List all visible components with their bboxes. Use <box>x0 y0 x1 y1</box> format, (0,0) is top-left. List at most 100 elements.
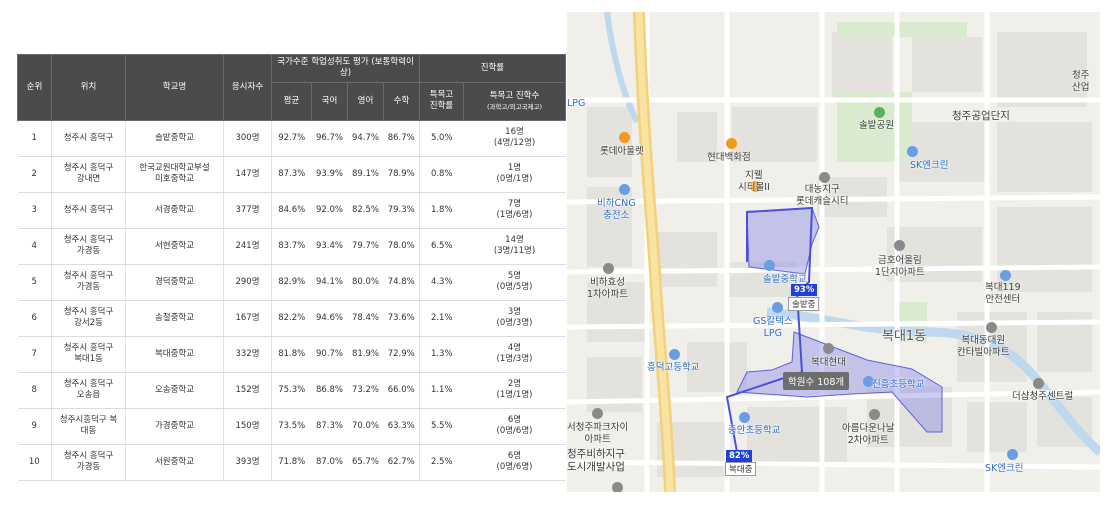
map-label-daenong-lotte: 대농지구 롯데캐슬시티 <box>796 184 849 207</box>
header-location: 위치 <box>51 54 126 121</box>
cell-korean-line: 90.7% <box>315 348 343 359</box>
cell-rank-line: 6 <box>31 312 37 323</box>
cell-school: 솔밭중학교 <box>125 120 224 157</box>
map-label-solbat-park: 솔밭공원 <box>859 120 894 131</box>
bokdae-school-tag[interactable]: 복대중 <box>725 462 757 476</box>
cell-location-line: 청주시 흥덕구 <box>63 204 114 215</box>
map-label-bokdae-hyundai: 복대현대 <box>811 357 846 368</box>
cell-korean: 93.9% <box>311 156 348 193</box>
cell-location: 청주시 흥덕구 <box>51 192 126 229</box>
table-row: 3 청주시 흥덕구 서경중학교 377명 84.6% 92.0% 82.5% 79.3% 1.8… <box>17 192 566 229</box>
cell-math-line: 79.3% <box>387 204 415 215</box>
cell-rank: 7 <box>17 336 52 373</box>
cell-location-line: 강서2동 <box>74 318 103 329</box>
header-special-rate: 특목고 진학률 <box>419 81 464 121</box>
cell-english: 80.0% <box>347 264 384 301</box>
header-advance-group: 진학률 <box>419 54 566 83</box>
cell-school: 오송중학교 <box>125 372 224 409</box>
map-label-bokdae1dong: 복대1동 <box>882 329 927 344</box>
cell-location-line: 대동 <box>80 426 97 437</box>
map-label-sk-enclean-2: SK엔크린 <box>985 463 1024 474</box>
cell-math: 79.3% <box>383 192 420 229</box>
cell-school: 서경중학교 <box>125 192 224 229</box>
map-base <box>567 12 1100 492</box>
cell-examinees-line: 152명 <box>235 384 260 395</box>
cell-korean: 92.0% <box>311 192 348 229</box>
bokdae-score-badge[interactable]: 82% <box>726 450 753 462</box>
cell-math-line: 62.7% <box>387 456 415 467</box>
map-view[interactable]: LPG 청주 산업 솔밭공원 청주공업단지 롯데아울렛 현대백화점 SK엔크린 … <box>567 12 1100 492</box>
cell-special-count-line: (1명/3명) <box>496 354 533 365</box>
cell-special-count: 3명 (0명/3명) <box>463 300 566 337</box>
cell-english: 89.1% <box>347 156 384 193</box>
header-korean: 국어 <box>311 81 348 121</box>
cell-special-count-line: 14명 <box>505 234 524 245</box>
apartment-icon <box>592 408 603 419</box>
cell-english-line: 89.1% <box>351 168 379 179</box>
cell-rank-line: 8 <box>31 384 37 395</box>
cell-rank: 10 <box>17 444 52 481</box>
solbat-school-tag[interactable]: 솔밭중 <box>788 297 820 311</box>
cell-math: 86.7% <box>383 120 420 157</box>
cell-examinees: 377명 <box>223 192 272 229</box>
cell-math-line: 66.0% <box>387 384 415 395</box>
cell-korean: 94.6% <box>311 300 348 337</box>
cell-school: 송절중학교 <box>125 300 224 337</box>
cell-english-line: 73.2% <box>351 384 379 395</box>
header-special-count-line1: 특목고 진학수 <box>489 91 540 102</box>
cell-location: 청주시 흥덕구 가경동 <box>51 444 126 481</box>
map-label-industrial-complex: 청주 산업 <box>1072 70 1090 93</box>
header-special-rate-line2: 진학률 <box>429 101 454 112</box>
cell-examinees-line: 377명 <box>235 204 260 215</box>
map-label-cheongju-biha: 청주비하지구 도시개발사업 <box>567 448 625 474</box>
cell-english: 94.7% <box>347 120 384 157</box>
cell-rank-line: 9 <box>31 420 37 431</box>
cell-special-count-line: (0명/1명) <box>496 174 533 185</box>
solbat-score-badge[interactable]: 93% <box>791 284 818 296</box>
cell-rank: 9 <box>17 408 52 445</box>
cell-examinees-line: 393명 <box>235 456 260 467</box>
cell-school-line: 서경중학교 <box>154 204 195 215</box>
cell-math: 72.9% <box>383 336 420 373</box>
academy-count-tag[interactable]: 학원수 108개 <box>783 372 850 390</box>
cell-average-line: 82.2% <box>278 312 306 323</box>
cell-special-rate: 4.3% <box>419 264 464 301</box>
cell-special-count: 5명 (0명/5명) <box>463 264 566 301</box>
cell-special-rate: 5.5% <box>419 408 464 445</box>
cell-special-count-line: 7명 <box>507 198 522 209</box>
cell-korean-line: 94.1% <box>315 276 343 287</box>
map-label-sk-enclean-1: SK엔크린 <box>910 160 949 171</box>
cell-average-line: 75.3% <box>278 384 306 395</box>
map-label-bokdae119: 복대119 안전센터 <box>985 282 1021 305</box>
cell-location-line: 청주시 흥덕구 <box>63 450 114 461</box>
cell-location-line: 청주시 흥덕구 <box>63 342 114 353</box>
map-label-deosap: 더샵청주센트럴 <box>1012 391 1074 402</box>
cell-english-line: 70.0% <box>351 420 379 431</box>
map-label-lpg: LPG <box>567 98 586 109</box>
cell-korean-line: 93.4% <box>315 240 343 251</box>
school-ranking-table: 순위 위치 학교명 응시자수 국가수준 학업성취도 평가 (보통학력이상) 진학… <box>17 54 566 481</box>
cell-special-count-line: (3명/11명) <box>493 246 536 257</box>
cell-korean: 86.8% <box>311 372 348 409</box>
cell-rank: 5 <box>17 264 52 301</box>
cell-average-line: 83.7% <box>278 240 306 251</box>
cell-average: 81.8% <box>271 336 312 373</box>
cell-math-line: 74.8% <box>387 276 415 287</box>
apartment-icon <box>869 409 880 420</box>
cell-special-count: 14명 (3명/11명) <box>463 228 566 265</box>
cell-special-count-line: 4명 <box>507 342 522 353</box>
cell-school: 가경중학교 <box>125 408 224 445</box>
cell-rank: 6 <box>17 300 52 337</box>
cell-korean-line: 87.3% <box>315 420 343 431</box>
cell-rank-line: 3 <box>31 204 37 215</box>
cell-examinees: 300명 <box>223 120 272 157</box>
cell-examinees: 152명 <box>223 372 272 409</box>
cell-korean: 96.7% <box>311 120 348 157</box>
cell-location-line: 청주시흥덕구 복 <box>59 414 118 425</box>
header-school: 학교명 <box>125 54 224 121</box>
map-label-jeungan-es: 증안초등학교 <box>728 425 781 436</box>
apartment-icon <box>894 240 905 251</box>
cell-school-line: 오송중학교 <box>154 384 195 395</box>
cell-examinees: 332명 <box>223 336 272 373</box>
cell-korean: 87.3% <box>311 408 348 445</box>
